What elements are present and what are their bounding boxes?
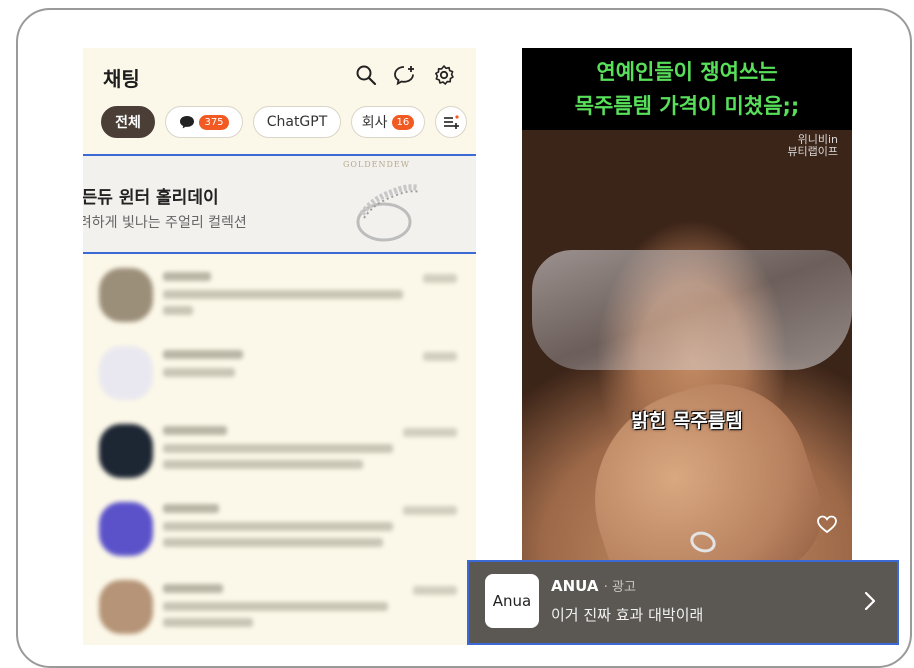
filter-chip-open-chat[interactable]: 375 [165, 106, 243, 138]
edit-filter-button[interactable] [435, 106, 467, 138]
blurred-name [163, 272, 211, 281]
blurred-time [413, 586, 457, 595]
chat-app-panel: 채팅 전체 375 ChatGPT 회사 16 든듀 윈터 홀리데이 화려하게 … [83, 48, 476, 645]
chat-row[interactable] [83, 258, 476, 336]
watermark-line: 뷰티랩이프 [787, 145, 838, 158]
ad-banner-brand: GOLDENDEW [343, 160, 410, 169]
chat-row[interactable] [83, 570, 476, 645]
avatar [99, 268, 153, 322]
channel-watermark: 위니비in 뷰티랩이프 [787, 134, 838, 158]
chat-list [83, 258, 476, 645]
sponsor-name-row: ANUA · 광고 [551, 576, 636, 595]
filter-chip-company[interactable]: 회사 16 [351, 106, 425, 138]
ad-banner[interactable]: 골든듀 윈터 홀리데이 화려하게 빛나는 주얼리 컬렉션 GOLDENDEW [83, 154, 476, 254]
avatar [99, 580, 153, 634]
video-caption: 밝힌 목주름템 [631, 410, 743, 432]
filter-chip-label: 회사 [361, 115, 388, 131]
filter-chip-label: ChatGPT [266, 114, 328, 130]
chevron-right-icon[interactable] [863, 590, 877, 612]
avatar [99, 346, 153, 400]
blurred-message [163, 602, 388, 611]
page-title: 채팅 [103, 67, 140, 91]
chat-row[interactable] [83, 336, 476, 414]
blurred-time [403, 506, 457, 515]
filter-chip-all[interactable]: 전체 [101, 106, 155, 138]
ad-tag: · 광고 [603, 580, 636, 595]
ad-banner-subtitle: 화려하게 빛나는 주얼리 컬렉션 [83, 215, 247, 231]
filter-chip-chatgpt[interactable]: ChatGPT [253, 106, 341, 138]
ad-banner-title: 골든듀 윈터 홀리데이 [83, 188, 219, 208]
settings-icon[interactable] [433, 64, 455, 86]
blurred-message [163, 306, 193, 315]
avatar [99, 502, 153, 556]
plastic-wrap [532, 250, 852, 370]
blurred-message [163, 522, 393, 531]
blurred-message [163, 538, 383, 547]
blurred-time [423, 352, 457, 361]
add-chat-icon[interactable] [393, 64, 415, 86]
headline-line-2: 목주름템 가격이 미쳤음;; [574, 94, 800, 118]
blurred-name [163, 584, 223, 593]
blurred-message [163, 618, 253, 627]
blurred-name [163, 350, 243, 359]
sponsor-name: ANUA [551, 577, 599, 595]
blurred-message [163, 444, 393, 453]
unread-badge: 16 [391, 114, 415, 130]
blurred-message [163, 290, 403, 299]
headline-line-1: 연예인들이 쟁여쓰는 [596, 60, 778, 84]
blurred-message [163, 368, 235, 377]
chat-row[interactable] [83, 414, 476, 492]
sponsor-ad-bar[interactable]: Anua ANUA · 광고 이거 진짜 효과 대박이래 [467, 560, 899, 645]
video-headline: 연예인들이 쟁여쓰는 목주름템 가격이 미쳤음;; [522, 48, 852, 130]
blurred-message [163, 460, 363, 469]
blurred-name [163, 426, 227, 435]
chat-filter-bar: 전체 375 ChatGPT 회사 16 [101, 106, 467, 140]
heart-icon[interactable] [816, 514, 838, 534]
ring-product-image [356, 184, 421, 242]
blurred-time [403, 428, 457, 437]
blurred-name [163, 504, 219, 513]
open-chat-icon [180, 116, 195, 129]
blurred-time [423, 274, 457, 283]
anua-logo: Anua [485, 574, 539, 628]
video-frame [522, 130, 852, 608]
unread-badge: 375 [199, 114, 229, 130]
avatar [99, 424, 153, 478]
filter-chip-label: 전체 [115, 115, 141, 131]
search-icon[interactable] [355, 64, 377, 86]
edit-filter-icon [444, 115, 459, 129]
video-ad-panel[interactable]: 연예인들이 쟁여쓰는 목주름템 가격이 미쳤음;; 위니비in 뷰티랩이프 밝힌… [522, 48, 852, 608]
chat-row[interactable] [83, 492, 476, 570]
sponsor-copy: 이거 진짜 효과 대박이래 [551, 606, 704, 624]
